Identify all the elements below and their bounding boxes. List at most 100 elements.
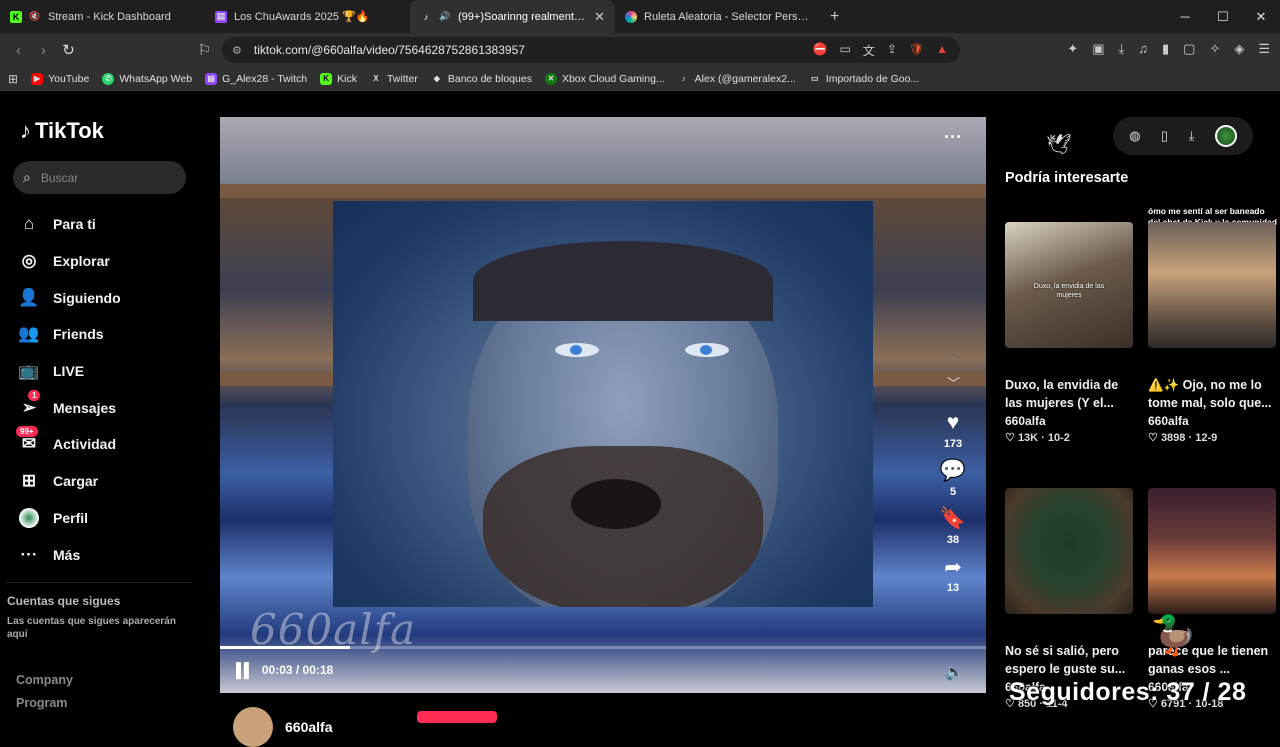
tab-kick-dashboard[interactable]: K 🔇 Stream - Kick Dashboard	[0, 0, 205, 33]
sidebar-item-siguiendo[interactable]: 👤 Siguiendo	[18, 279, 120, 316]
bookmark-xbox[interactable]: ✕ Xbox Cloud Gaming...	[544, 72, 665, 85]
reload-icon[interactable]: ↻	[56, 41, 81, 59]
sidebar-item-mas[interactable]: ··· Más	[18, 536, 121, 573]
bookmark-kick[interactable]: K Kick	[320, 72, 357, 85]
video-thumbnail[interactable]: Duxo, la envidia de las mujeres	[1005, 222, 1133, 348]
footer-program[interactable]: Program	[16, 692, 73, 715]
bookmark-twitch[interactable]: ▤ G_Alex28 - Twitch	[205, 72, 307, 85]
tracking-icon[interactable]: ⛔	[813, 42, 828, 59]
sidebar-item-para-ti[interactable]: ⌂ Para ti	[18, 206, 121, 243]
following-icon: 👤	[18, 287, 40, 307]
comment-count: 5	[949, 486, 957, 498]
tab-title: Stream - Kick Dashboard	[48, 10, 171, 23]
download-app-icon[interactable]: ⤓	[1189, 128, 1195, 144]
x-icon: X	[373, 74, 379, 83]
video-eye	[685, 343, 729, 357]
address-bar[interactable]: ⚙ tiktok.com/@660alfa/video/756462875286…	[222, 37, 960, 63]
menu-icon[interactable]: ☰	[1258, 41, 1270, 57]
card-caption: No sé si salió, pero espero le guste su.…	[1005, 644, 1126, 676]
list-item[interactable]: ⚠️✨ Ojo, no me lo tome mal, solo que... …	[1148, 222, 1276, 444]
bookmark-imported[interactable]: ▭ Importado de Goo...	[809, 73, 919, 85]
more-icon: ···	[20, 544, 38, 564]
card-caption: ⚠️✨ Ojo, no me lo tome mal, solo que...	[1148, 378, 1272, 410]
sidebar-item-cargar[interactable]: ⊞ Cargar	[18, 463, 121, 500]
list-item[interactable]: No sé si salió, pero espero le guste su.…	[1005, 488, 1133, 710]
folder-icon: ▭	[811, 74, 819, 83]
music-icon[interactable]: ♫	[1138, 41, 1148, 57]
volume-icon[interactable]: 🔈	[945, 663, 964, 681]
extensions-icon[interactable]: ✦	[1067, 41, 1078, 57]
messages-icon: ➢ 1	[18, 389, 41, 419]
minimize-icon[interactable]: ─	[1166, 0, 1204, 33]
bookmark-whatsapp[interactable]: ✆ WhatsApp Web	[102, 72, 192, 85]
coins-icon[interactable]: ◍	[1129, 128, 1140, 144]
profile-avatar[interactable]	[1214, 125, 1237, 147]
comment-button[interactable]: 💬 5	[938, 459, 968, 498]
close-tab-icon[interactable]: ✕	[594, 9, 605, 25]
video-thumbnail[interactable]	[1148, 488, 1276, 614]
top-actions: ◍ ▯ ⤓	[1113, 117, 1253, 155]
list-item[interactable]: parece que le tienen ganas esos ... 660a…	[1148, 488, 1276, 710]
follow-button[interactable]	[417, 711, 497, 723]
share-icon[interactable]: ⇪	[887, 42, 897, 59]
bookmarks-bar: ⊞ ▶ YouTube ✆ WhatsApp Web ▤ G_Alex28 - Twi…	[0, 67, 1280, 91]
sidebar-item-friends[interactable]: 👥 Friends	[18, 316, 121, 353]
share-button[interactable]: ➦ 13	[938, 555, 968, 594]
sidebar-icon[interactable]: ▮	[1162, 41, 1169, 57]
author-name[interactable]: 660alfa	[285, 719, 332, 735]
tiktok-logo[interactable]: ♪ TikTok	[20, 118, 104, 144]
save-button[interactable]: 🔖 38	[938, 507, 968, 546]
list-item[interactable]: Duxo, la envidia de las mujeres Duxo, la…	[1005, 222, 1133, 444]
translate-icon[interactable]: 文	[863, 42, 875, 59]
video-thumbnail[interactable]	[1148, 222, 1276, 348]
tab-ruleta[interactable]: Ruleta Aleatoria - Selector Personaliz	[615, 0, 820, 33]
video-eye	[555, 343, 599, 357]
footer-company[interactable]: Company	[16, 669, 73, 692]
tab-chuawards[interactable]: ▤ Los ChuAwards 2025 🏆🔥	[205, 0, 410, 33]
whatsapp-icon: ✆	[102, 72, 115, 85]
bookmark-twitter[interactable]: X Twitter	[370, 73, 418, 85]
bookmark-icon[interactable]: ⚐	[192, 41, 217, 59]
search-input[interactable]: ⌕ Buscar	[13, 161, 186, 194]
chevron-down-icon[interactable]: ﹀	[947, 373, 960, 392]
video-player[interactable]: 660alfa ··· ︿ ﹀ ♥ 173 💬 5 🔖 38 ➦ 13 ▌▌ 00:03…	[220, 117, 986, 693]
new-tab-button[interactable]: +	[820, 8, 849, 26]
bookmark-banco[interactable]: ◆ Banco de bloques	[431, 73, 532, 85]
sidebar-item-mensajes[interactable]: ➢ 1 Mensajes	[18, 389, 121, 426]
video-author[interactable]: 660alfa	[233, 707, 332, 747]
site-info-icon[interactable]: ⚙	[232, 44, 242, 57]
sidebar-item-actividad[interactable]: ✉ 99+ Actividad	[16, 426, 121, 463]
sidebar-item-explorar[interactable]: ◎ Explorar	[18, 243, 121, 280]
wallet-icon[interactable]: ▢	[1183, 41, 1195, 57]
rewards-icon[interactable]: ▲	[936, 42, 948, 59]
brave-shield-icon[interactable]: 🛡	[909, 42, 924, 59]
tab-strip: K 🔇 Stream - Kick Dashboard ▤ Los ChuAwa…	[0, 0, 1280, 33]
bookmark-youtube[interactable]: ▶ YouTube	[31, 72, 89, 85]
tab-tiktok-video[interactable]: ♪ 🔊 (99+)Soarinng realmente tie ✕	[410, 0, 615, 33]
chevron-up-icon[interactable]: ︿	[947, 343, 960, 362]
kick-icon: K	[320, 72, 333, 85]
card-stats: ♡ 3898 · 12-9	[1148, 432, 1218, 444]
like-button[interactable]: ♥ 173	[938, 411, 968, 450]
vpn-icon[interactable]: ◈	[1234, 41, 1244, 57]
leo-icon[interactable]: ✧	[1209, 41, 1220, 57]
pause-icon[interactable]: ▌▌	[236, 662, 254, 678]
video-thumbnail[interactable]	[1005, 488, 1133, 614]
apps-icon[interactable]: ⊞	[8, 72, 18, 86]
forward-icon[interactable]: ›	[31, 42, 56, 59]
duck-overlay-icon: 🦆	[1150, 615, 1198, 657]
sidebar-item-live[interactable]: 📺 LIVE	[18, 353, 121, 390]
device-icon[interactable]: ▯	[1161, 128, 1168, 144]
navigation-bar: ‹ › ↻ ⚐ ⚙ tiktok.com/@660alfa/video/7564…	[0, 33, 1280, 67]
close-window-icon[interactable]: ✕	[1242, 0, 1280, 33]
back-icon[interactable]: ‹	[6, 42, 31, 59]
video-more-button[interactable]: ···	[944, 127, 962, 148]
avatar[interactable]	[233, 707, 273, 747]
video-progress-bar[interactable]	[220, 646, 986, 649]
cast-icon[interactable]: ▭	[839, 42, 850, 59]
bookmark-tiktok-alex[interactable]: ♪ Alex (@gameralex2...	[678, 73, 796, 85]
maximize-icon[interactable]: ☐	[1204, 0, 1242, 33]
sidebar-item-perfil[interactable]: Perfil	[18, 500, 121, 537]
download-icon[interactable]: ⤓	[1118, 41, 1124, 57]
sidepanel-icon[interactable]: ▣	[1092, 41, 1104, 57]
